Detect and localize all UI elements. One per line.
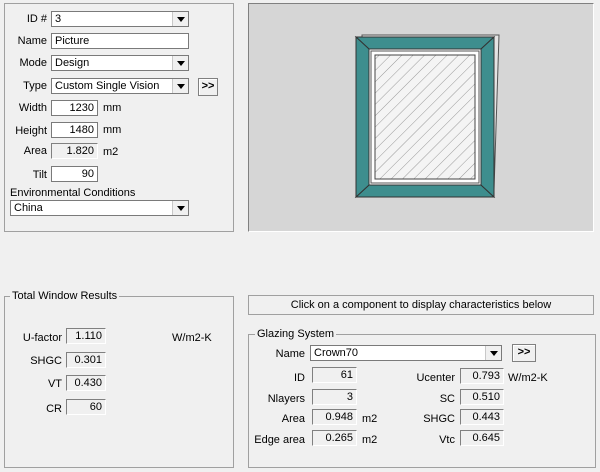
name-label: Name <box>17 35 47 47</box>
ufactor-value: 1.110 <box>66 328 106 344</box>
tilt-input[interactable]: 90 <box>51 166 98 182</box>
area-value: 1.820 <box>51 143 98 159</box>
id-label: ID # <box>26 13 47 25</box>
window-preview[interactable] <box>248 3 594 232</box>
glazing-name-label: Name <box>275 348 305 360</box>
ufactor-unit: W/m2-K <box>172 332 212 344</box>
id-select-value: 3 <box>55 13 62 25</box>
height-input[interactable]: 1480 <box>51 122 98 138</box>
tilt-label: Tilt <box>32 169 47 181</box>
glazing-edge-area-value: 0.265 <box>312 430 357 446</box>
shgc-value: 0.301 <box>66 352 106 368</box>
sc-label: SC <box>439 393 455 405</box>
chevron-down-icon[interactable] <box>485 346 501 360</box>
shgc-label: SHGC <box>30 355 62 367</box>
glazing-shgc-label: SHGC <box>423 413 455 425</box>
glazing-edge-area-unit: m2 <box>362 434 378 446</box>
area-unit: m2 <box>103 146 119 158</box>
glazing-name-select[interactable]: Crown70 <box>310 345 502 361</box>
cr-label: CR <box>46 403 62 415</box>
width-input[interactable]: 1230 <box>51 100 98 116</box>
frame-bottom <box>354 184 496 198</box>
chevron-down-icon[interactable] <box>172 79 188 93</box>
type-select-value: Custom Single Vision <box>55 80 160 92</box>
glazing-details-button[interactable]: >> <box>512 344 536 362</box>
vtc-label: Vtc <box>439 434 455 446</box>
glazing-area[interactable] <box>374 54 476 180</box>
name-input[interactable]: Picture <box>51 33 189 49</box>
ucenter-value: 0.793 <box>460 368 504 384</box>
glazing-nlayers-value: 3 <box>312 389 357 405</box>
frame-top <box>354 36 496 50</box>
glazing-system-title: Glazing System <box>255 328 337 340</box>
glazing-area-value: 0.948 <box>312 409 357 425</box>
chevron-down-icon[interactable] <box>172 56 188 70</box>
glazing-nlayers-label: Nlayers <box>267 393 305 405</box>
mode-label: Mode <box>19 57 47 69</box>
ucenter-unit: W/m2-K <box>508 372 548 384</box>
mode-select[interactable]: Design <box>51 55 189 71</box>
vt-label: VT <box>47 378 62 390</box>
mode-select-value: Design <box>55 57 90 69</box>
total-window-results-title: Total Window Results <box>10 290 120 302</box>
frame-left <box>355 35 370 199</box>
glazing-name-value: Crown70 <box>314 347 359 359</box>
glazing-id-label: ID <box>294 372 305 384</box>
type-details-button[interactable]: >> <box>198 78 218 96</box>
width-label: Width <box>18 102 47 114</box>
glazing-id-value: 61 <box>312 367 357 383</box>
glazing-area-label: Area <box>281 413 305 425</box>
sc-value: 0.510 <box>460 389 504 405</box>
id-select[interactable]: 3 <box>51 11 189 27</box>
environmental-conditions-select[interactable]: China <box>10 200 189 216</box>
glazing-shgc-value: 0.443 <box>460 409 504 425</box>
environmental-conditions-value: China <box>14 202 43 214</box>
cr-value: 60 <box>66 399 106 415</box>
vt-value: 0.430 <box>66 375 106 391</box>
area-label: Area <box>23 145 47 157</box>
ufactor-label: U-factor <box>22 332 62 344</box>
vtc-value: 0.645 <box>460 430 504 446</box>
type-select[interactable]: Custom Single Vision <box>51 78 189 94</box>
window-drawing <box>354 34 500 199</box>
component-hint-bar: Click on a component to display characte… <box>248 295 594 315</box>
height-unit: mm <box>103 124 122 136</box>
chevron-down-icon[interactable] <box>172 201 188 215</box>
frame-right <box>480 35 495 199</box>
environmental-conditions-label: Environmental Conditions <box>10 187 136 199</box>
width-unit: mm <box>103 102 122 114</box>
glazing-area-unit: m2 <box>362 413 378 425</box>
chevron-down-icon[interactable] <box>172 12 188 26</box>
height-label: Height <box>15 125 47 137</box>
ucenter-label: Ucenter <box>416 372 455 384</box>
glazing-edge-area-label: Edge area <box>254 434 305 446</box>
type-label: Type <box>23 80 47 92</box>
